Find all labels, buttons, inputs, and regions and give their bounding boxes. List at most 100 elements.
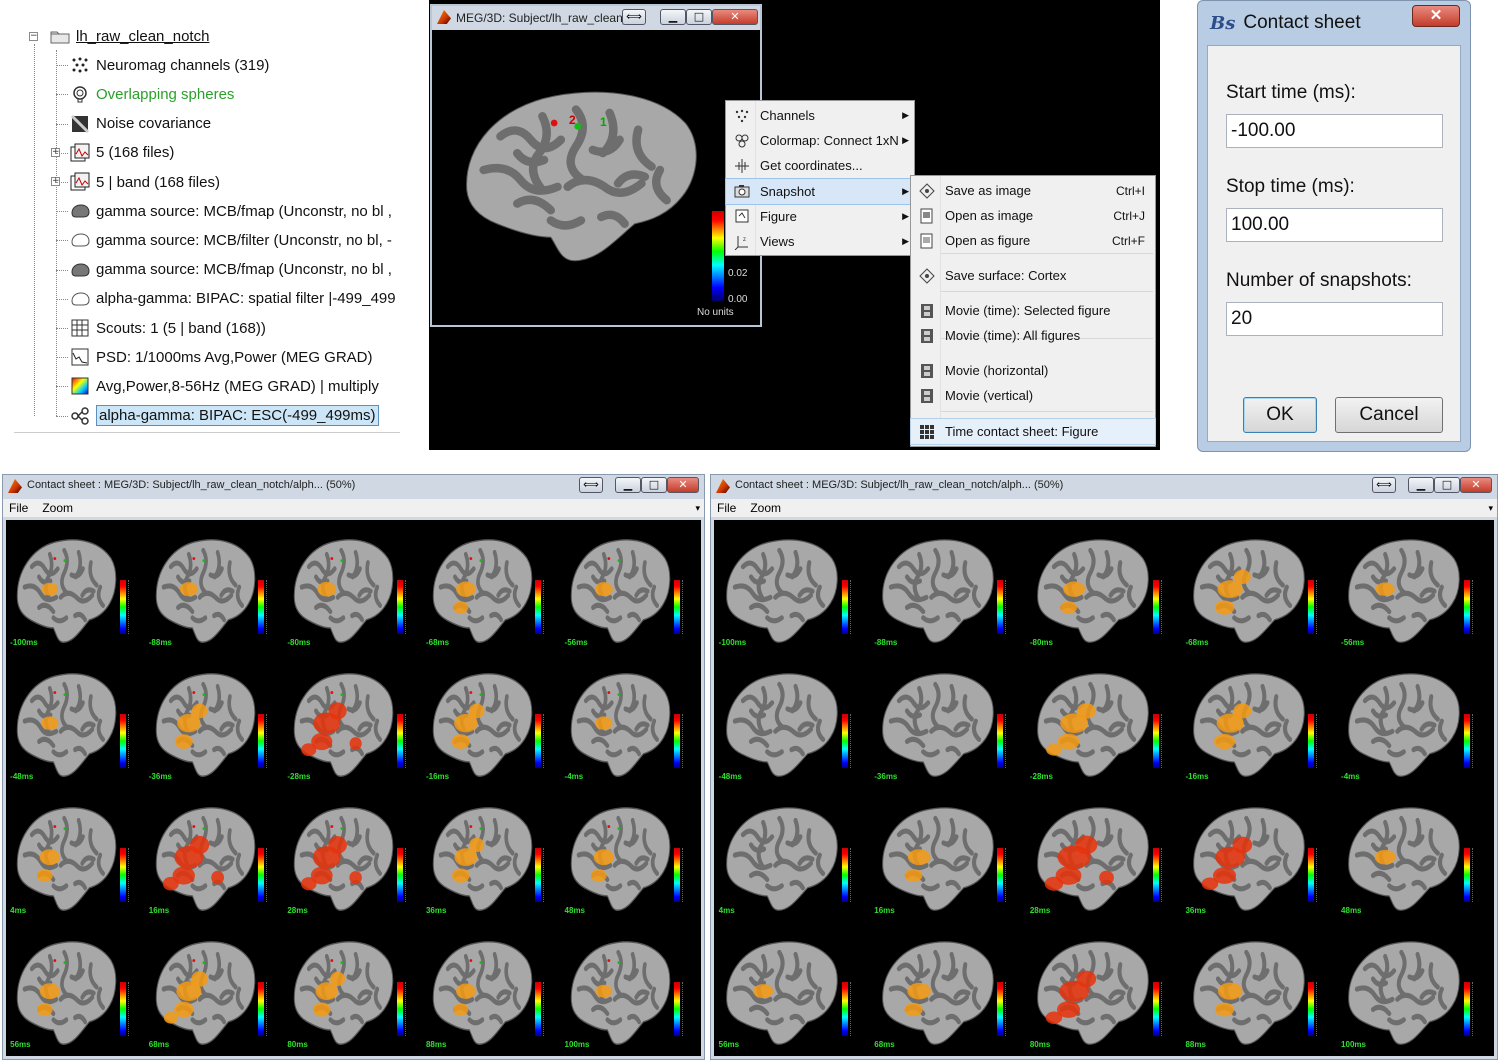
menu-file[interactable]: File <box>9 501 28 515</box>
figure-3d-window[interactable]: MEG/3D: Subject/lh_raw_clean_no ⟺ ▁ □ ✕ … <box>430 4 762 327</box>
dock-icon[interactable]: ⟺ <box>1372 477 1396 493</box>
minimize-button[interactable]: ▁ <box>615 477 641 493</box>
source-empty-icon <box>70 289 90 309</box>
close-button[interactable]: ✕ <box>712 9 758 25</box>
tree-item[interactable]: lh_raw_clean_notch <box>50 23 209 49</box>
tree-item[interactable]: Scouts: 1 (5 | band (168)) <box>56 315 266 341</box>
tree-item[interactable]: alpha-gamma: BIPAC: spatial filter |-499… <box>56 286 396 312</box>
maximize-button[interactable]: □ <box>1434 477 1460 493</box>
menu-zoom[interactable]: Zoom <box>42 501 73 515</box>
tree-item[interactable]: Neuromag channels (319) <box>56 52 269 78</box>
close-button[interactable]: ✕ <box>667 477 699 493</box>
snapshot-time-label: -16ms <box>425 771 450 781</box>
snapshot-time-label: 56ms <box>718 1039 740 1049</box>
brain-surface-view[interactable]: 21 <box>432 30 760 325</box>
contact-sheet-window-1[interactable]: Contact sheet : MEG/3D: Subject/lh_raw_c… <box>2 474 705 1060</box>
snapshot-item-movie-vertical[interactable]: Movie (vertical) <box>911 383 1155 408</box>
start-time-input[interactable]: -100.00 <box>1226 114 1443 148</box>
dock-icon[interactable]: ⟺ <box>579 477 603 493</box>
sheet-menubar: File Zoom ▾ <box>711 499 1497 517</box>
snapshot-item-label: Open as figure <box>945 233 1031 248</box>
snapshot-colorbar <box>1463 580 1473 634</box>
close-button[interactable]: ✕ <box>1460 477 1492 493</box>
sheet-titlebar[interactable]: Contact sheet : MEG/3D: Subject/lh_raw_c… <box>3 475 704 495</box>
tree-item[interactable]: 5 (168 files) <box>56 140 174 166</box>
minimize-button[interactable]: ▁ <box>1408 477 1434 493</box>
toolbar-toggle-icon[interactable]: ▾ <box>1488 503 1493 514</box>
menu-zoom[interactable]: Zoom <box>750 501 781 515</box>
matlab-logo-icon <box>437 10 451 24</box>
tree-item[interactable]: Overlapping spheres <box>56 81 234 107</box>
figure-3d-titlebar[interactable]: MEG/3D: Subject/lh_raw_clean_no ⟺ ▁ □ ✕ <box>432 6 760 30</box>
snapshot-item-save-as-image[interactable]: Save as image Ctrl+I <box>911 178 1155 203</box>
snapshot-cell: 36ms <box>1181 788 1337 922</box>
snapshot-item-movie-time-all-figures[interactable]: Movie (time): All figures <box>911 323 1155 348</box>
figure-context-menu: Channels ▶ Colormap: Connect 1xN ▶ Get coord… <box>725 100 915 256</box>
snapshot-item-time-contact-sheet-figure[interactable]: Time contact sheet: Figure <box>910 418 1156 445</box>
sheet-titlebar[interactable]: Contact sheet : MEG/3D: Subject/lh_raw_c… <box>711 475 1497 495</box>
collapse-toggle[interactable]: − <box>29 32 38 41</box>
snapshot-colorbar <box>997 848 1007 902</box>
snapshot-cell: -16ms <box>422 654 561 788</box>
snapshot-item-open-as-figure[interactable]: Open as figure Ctrl+F <box>911 228 1155 253</box>
menu-item-get-coordinates[interactable]: Get coordinates... <box>726 153 914 178</box>
film-icon <box>917 302 937 320</box>
snapshot-cell: -100ms <box>714 520 870 654</box>
tree-item[interactable]: Noise covariance <box>56 111 211 137</box>
menu-file[interactable]: File <box>717 501 736 515</box>
snapshot-colorbar <box>1152 714 1162 768</box>
axes-icon: z <box>732 233 752 251</box>
snapshot-cell: -80ms <box>1025 520 1181 654</box>
menu-item-snapshot[interactable]: Snapshot ▶ <box>725 177 915 205</box>
snapshot-item-label: Save as image <box>945 183 1031 198</box>
save-surface-icon <box>917 267 937 285</box>
timefreq-icon <box>70 376 90 396</box>
snapshot-time-label: -80ms <box>1029 637 1053 647</box>
snapshot-time-label: 88ms <box>425 1039 447 1049</box>
snapshot-time-label: -100ms <box>718 637 747 647</box>
tree-item[interactable]: gamma source: MCB/filter (Unconstr, no b… <box>56 227 392 253</box>
snapshot-item-open-as-image[interactable]: Open as image Ctrl+J <box>911 203 1155 228</box>
dock-icon[interactable]: ⟺ <box>622 9 646 25</box>
snapshot-cell: -56ms <box>1336 520 1492 654</box>
menu-item-figure[interactable]: Figure ▶ <box>726 204 914 229</box>
tree-item[interactable]: gamma source: MCB/fmap (Unconstr, no bl … <box>56 257 392 283</box>
tree-item[interactable]: PSD: 1/1000ms Avg,Power (MEG GRAD) <box>56 344 373 370</box>
snapshot-colorbar <box>1308 580 1318 634</box>
maximize-button[interactable]: □ <box>686 9 712 25</box>
tree-item[interactable]: alpha-gamma: BIPAC: ESC(-499_499ms) <box>56 403 379 429</box>
tree-item[interactable]: 5 | band (168 files) <box>56 169 220 195</box>
stop-time-label: Stop time (ms): <box>1226 176 1355 197</box>
snapshot-colorbar <box>396 848 406 902</box>
matlab-logo-icon <box>8 479 22 493</box>
stop-time-input[interactable]: 100.00 <box>1226 208 1443 242</box>
contact-sheet-window-2[interactable]: Contact sheet : MEG/3D: Subject/lh_raw_c… <box>710 474 1498 1060</box>
dialog-titlebar[interactable]: Bs Contact sheet ✕ <box>1198 1 1470 45</box>
snapshot-time-label: -68ms <box>425 637 450 647</box>
menu-item-channels[interactable]: Channels ▶ <box>726 103 914 128</box>
tree-item[interactable]: gamma source: MCB/fmap (Unconstr, no bl … <box>56 198 392 224</box>
snapshot-time-label: 28ms <box>287 905 308 915</box>
brainstorm-logo-icon: Bs <box>1210 12 1236 34</box>
menu-item-views[interactable]: z Views ▶ <box>726 229 914 254</box>
ok-button[interactable]: OK <box>1243 397 1317 433</box>
tree-item-label: PSD: 1/1000ms Avg,Power (MEG GRAD) <box>96 348 373 366</box>
snapshot-item-movie-time-selected-figure[interactable]: Movie (time): Selected figure <box>911 298 1155 323</box>
snapshot-item-save-surface-cortex[interactable]: Save surface: Cortex <box>911 263 1155 288</box>
headmodel-icon <box>70 84 90 104</box>
dialog-close-button[interactable]: ✕ <box>1412 5 1460 27</box>
snapshot-cell: -68ms <box>422 520 561 654</box>
film-icon <box>917 387 937 405</box>
cancel-button[interactable]: Cancel <box>1335 397 1443 433</box>
tree-item[interactable]: Avg,Power,8-56Hz (MEG GRAD) | multiply <box>56 373 379 399</box>
toolbar-toggle-icon[interactable]: ▾ <box>695 503 700 514</box>
snapshot-item-movie-horizontal[interactable]: Movie (horizontal) <box>911 358 1155 383</box>
snapshot-time-label: -88ms <box>148 637 172 647</box>
snapshot-cell: -36ms <box>870 654 1026 788</box>
maximize-button[interactable]: □ <box>641 477 667 493</box>
menu-item-colormap-connect-1xn[interactable]: Colormap: Connect 1xN ▶ <box>726 128 914 153</box>
tree-item-label: gamma source: MCB/fmap (Unconstr, no bl … <box>96 261 392 279</box>
menu-item-label: Get coordinates... <box>760 158 863 174</box>
minimize-button[interactable]: ▁ <box>660 9 686 25</box>
snapshots-input[interactable]: 20 <box>1226 302 1443 336</box>
